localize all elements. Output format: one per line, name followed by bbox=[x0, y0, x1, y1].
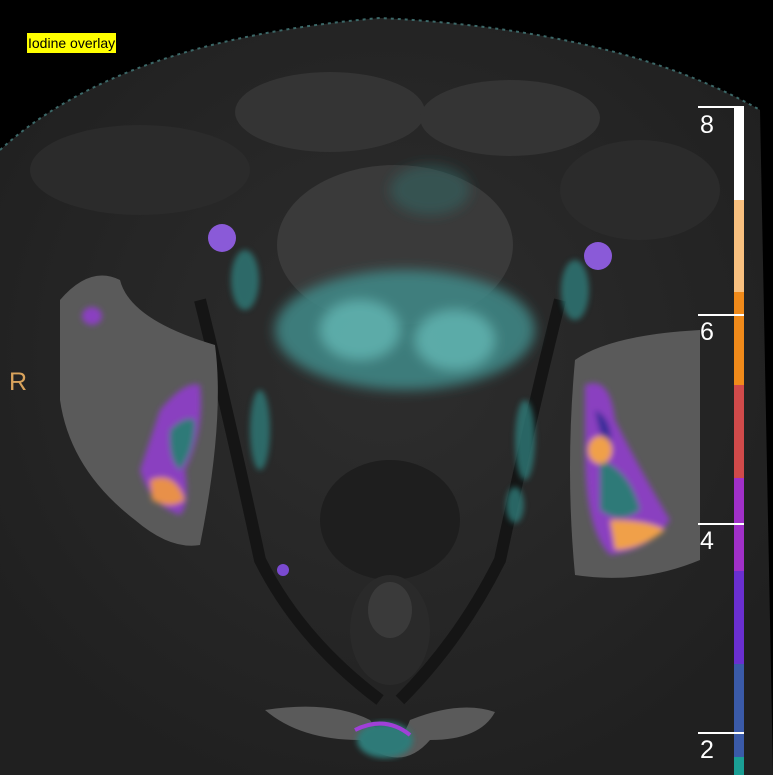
colorbar-segment bbox=[734, 292, 744, 385]
colorbar-label-4: 4 bbox=[700, 527, 714, 555]
colorbar-segment bbox=[734, 200, 744, 292]
colorbar-tick bbox=[698, 523, 744, 525]
colorbar-segment bbox=[734, 108, 744, 200]
right-iliac-vessel bbox=[208, 224, 236, 252]
left-iliac-vessel bbox=[584, 242, 612, 270]
colorbar-label-2: 2 bbox=[700, 736, 714, 764]
colorbar-tick bbox=[698, 314, 744, 316]
muscle-anterior-right bbox=[420, 80, 600, 156]
colorbar-tick bbox=[698, 106, 744, 108]
ct-scan-image bbox=[0, 0, 773, 775]
colorbar-segment bbox=[734, 757, 744, 775]
overlay-label: Iodine overlay bbox=[27, 33, 117, 53]
colorbar-label-8: 8 bbox=[700, 111, 714, 139]
colorbar-tick bbox=[698, 732, 744, 734]
colorbar-label-6: 6 bbox=[700, 318, 714, 346]
colorbar: 8 6 4 2 bbox=[698, 106, 773, 775]
colorbar-segment bbox=[734, 571, 744, 664]
colorbar-segment bbox=[734, 664, 744, 757]
colorbar-segment bbox=[734, 385, 744, 478]
orientation-label: R bbox=[9, 368, 28, 396]
muscle-anterior-left bbox=[235, 72, 425, 152]
